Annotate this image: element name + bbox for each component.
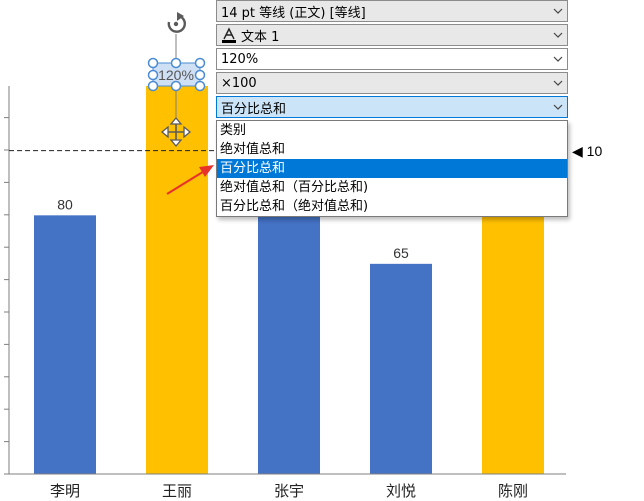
multiplier-combo[interactable]: ×100 [216,72,568,94]
chevron-down-icon[interactable] [549,104,567,110]
option-percent-total[interactable]: 百分比总和 [217,159,567,178]
category-label-2: 张宇 [274,482,304,500]
chevron-down-icon[interactable] [549,8,567,14]
bar-0[interactable] [34,215,96,475]
resize-handle[interactable] [147,80,159,92]
option-absolute-total-percent[interactable]: 绝对值总和（百分比总和) [217,178,567,197]
chevron-down-icon[interactable] [549,56,567,62]
rotate-icon[interactable] [167,12,186,33]
resize-handle[interactable] [194,57,206,69]
text-style-combo-value: 文本 1 [241,29,280,45]
font-combo-value: 14 pt 等线 (正文) [等线] [221,5,366,21]
category-label-1: 王丽 [162,482,192,500]
chevron-down-icon[interactable] [549,80,567,86]
total-mode-options: 类别 绝对值总和 百分比总和 绝对值总和（百分比总和) 百分比总和（绝对值总和) [216,120,568,217]
percent-combo-value: 120% [221,51,259,67]
font-color-icon [221,27,237,43]
category-label-0: 李明 [50,482,80,500]
value-axis-ticks [4,117,9,475]
selected-data-label: 120% [158,67,194,83]
font-combo[interactable]: 14 pt 等线 (正文) [等线] [216,0,568,22]
text-style-combo[interactable]: 文本 1 [216,24,568,46]
resize-handle[interactable] [194,69,206,81]
multiplier-combo-value: ×100 [221,75,257,91]
data-label-0[interactable]: 80 [57,196,73,212]
reference-line-label: ◀ 10 [572,143,603,159]
data-label-3[interactable]: 65 [393,245,409,261]
option-percent-total-absolute[interactable]: 百分比总和（绝对值总和) [217,197,567,216]
chevron-down-icon[interactable] [549,32,567,38]
resize-handle[interactable] [147,69,159,81]
bar-3[interactable] [370,263,432,474]
total-mode-combo[interactable]: 百分比总和 [216,96,568,118]
percent-combo[interactable]: 120% [216,48,568,70]
total-mode-combo-value: 百分比总和 [221,101,287,117]
category-label-4: 陈刚 [498,482,528,500]
resize-handle[interactable] [194,80,206,92]
option-category[interactable]: 类别 [217,121,567,140]
category-label-3: 刘悦 [386,482,416,500]
option-absolute-total[interactable]: 绝对值总和 [217,140,567,159]
resize-handle[interactable] [147,57,159,69]
